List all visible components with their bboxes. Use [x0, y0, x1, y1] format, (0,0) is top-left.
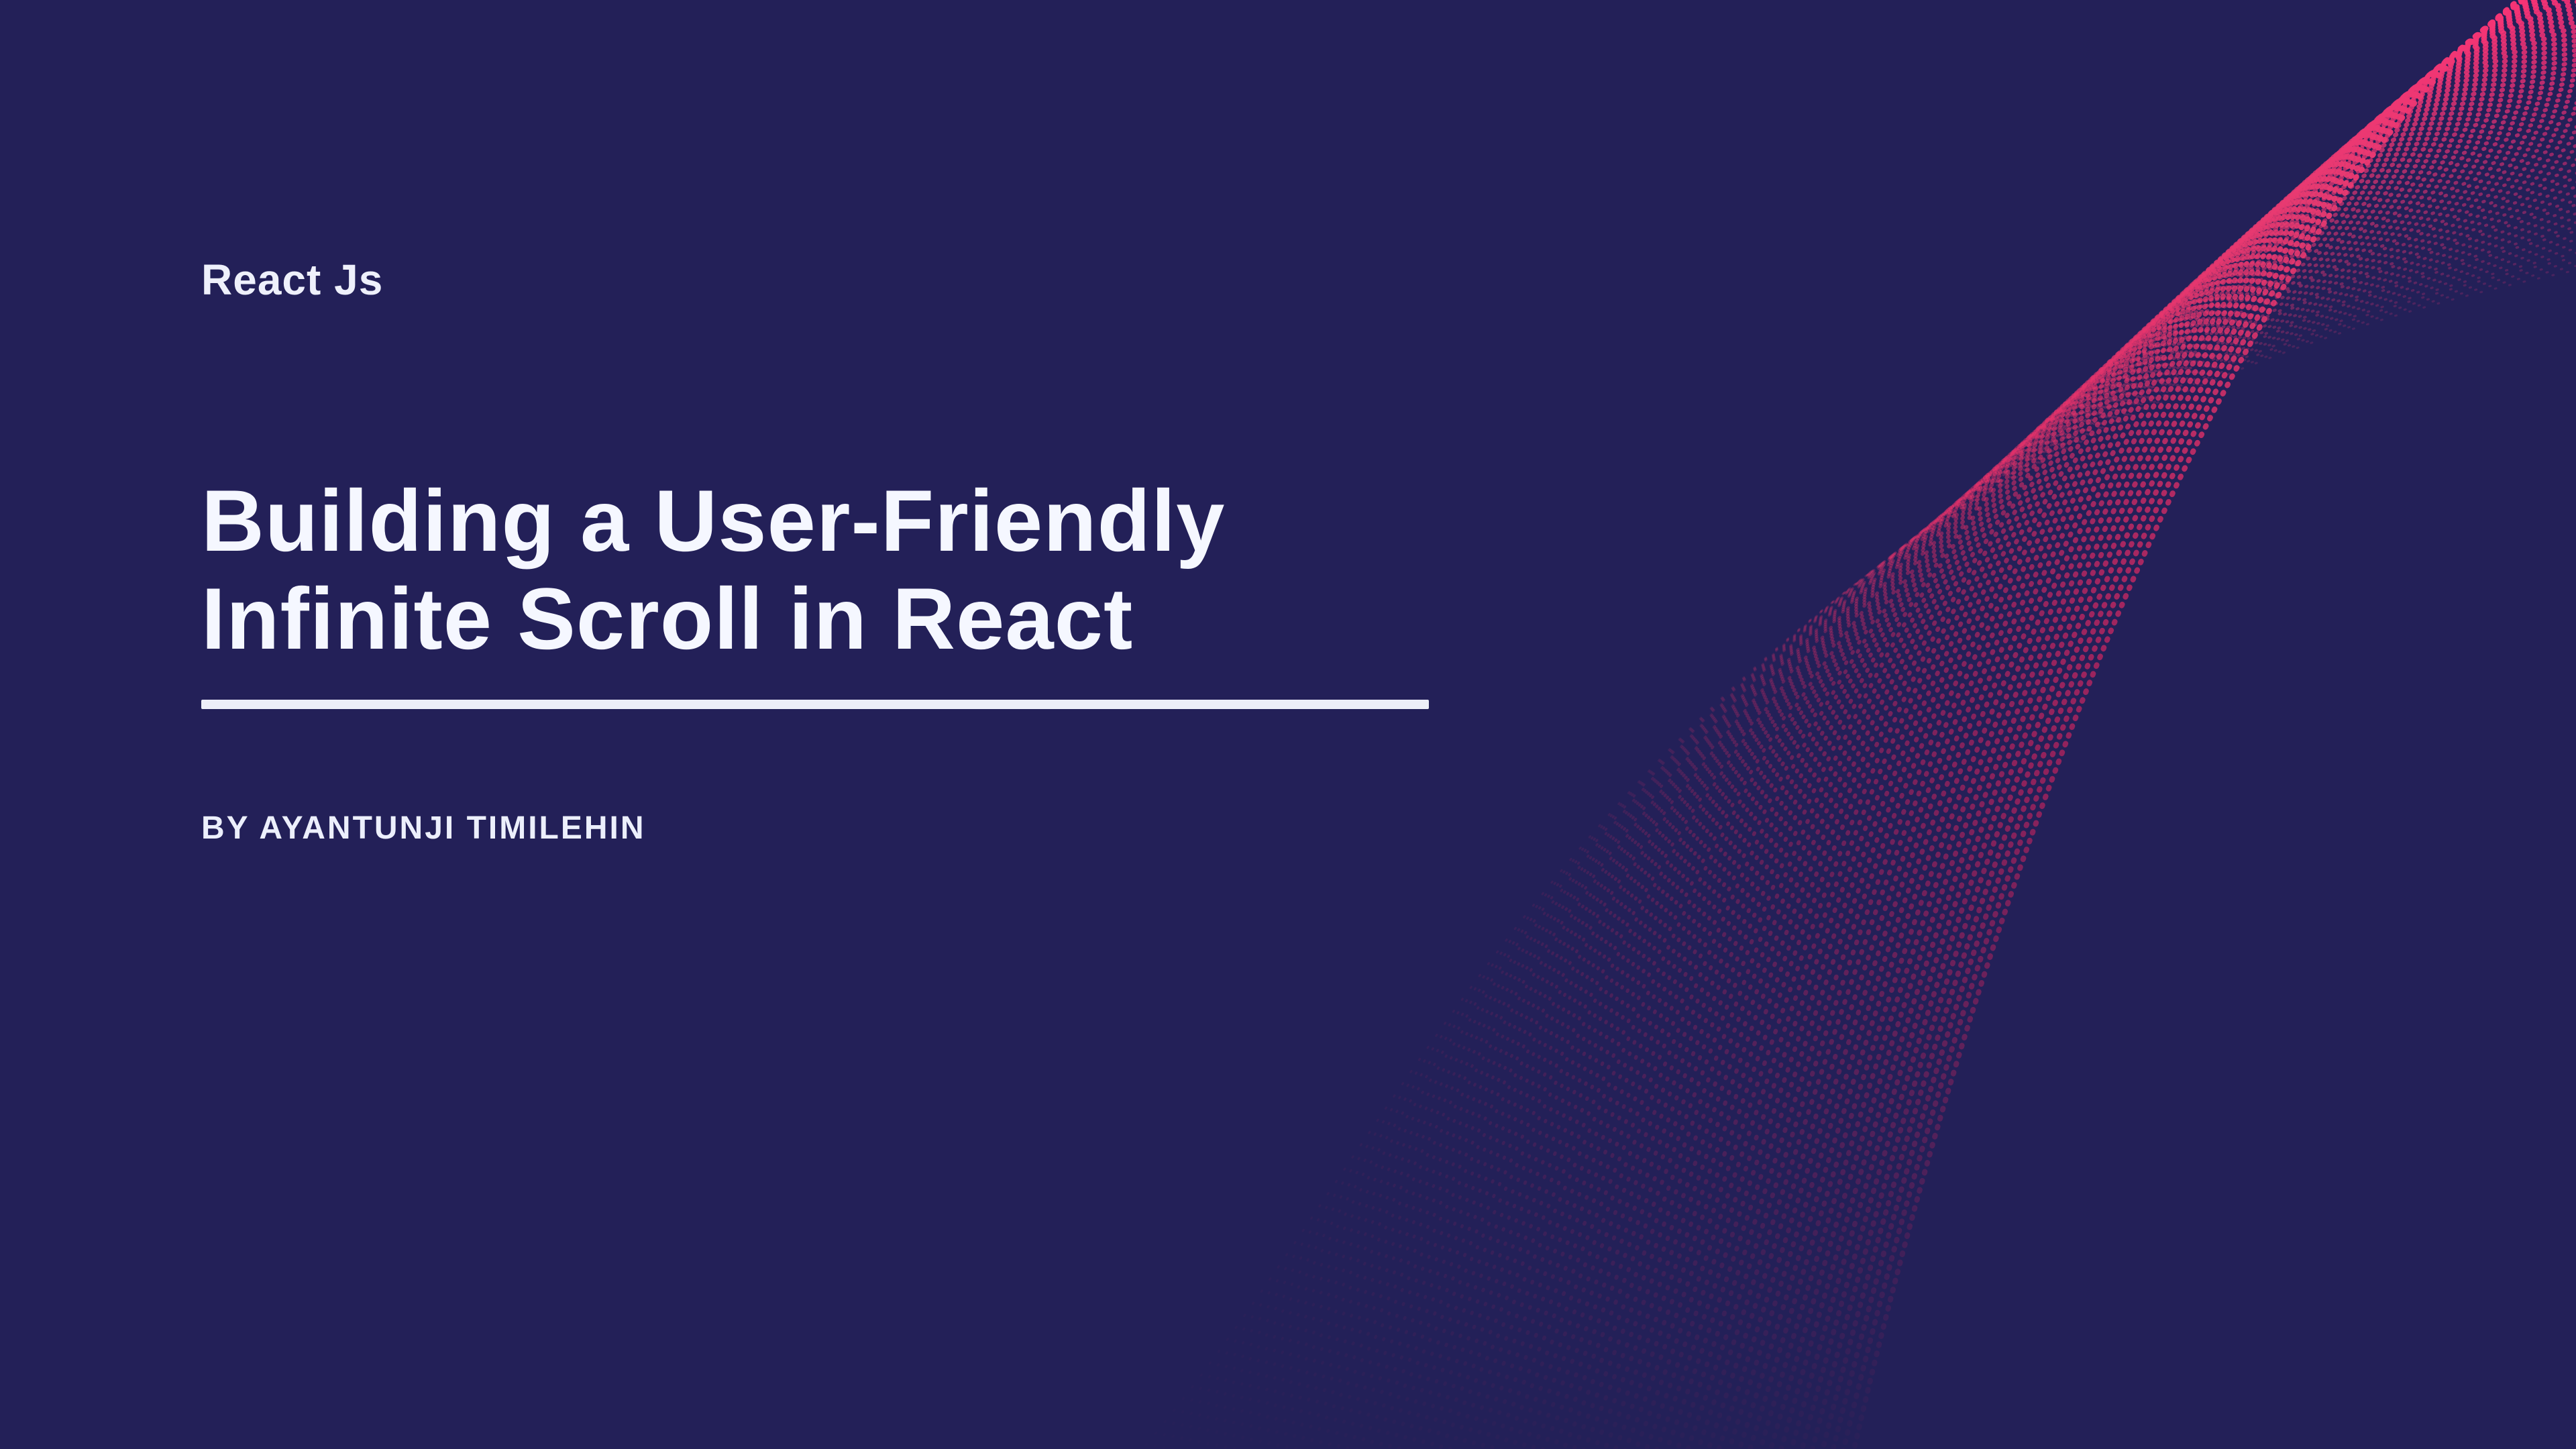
slide: React Js Building a User-Friendly Infini…	[0, 0, 2576, 1449]
content-block: React Js Building a User-Friendly Infini…	[201, 255, 1543, 847]
title-underline	[201, 700, 1429, 709]
byline: BY AYANTUNJI TIMILEHIN	[201, 810, 1543, 847]
slide-title: Building a User-Friendly Infinite Scroll…	[201, 472, 1543, 667]
kicker-label: React Js	[201, 255, 1543, 305]
